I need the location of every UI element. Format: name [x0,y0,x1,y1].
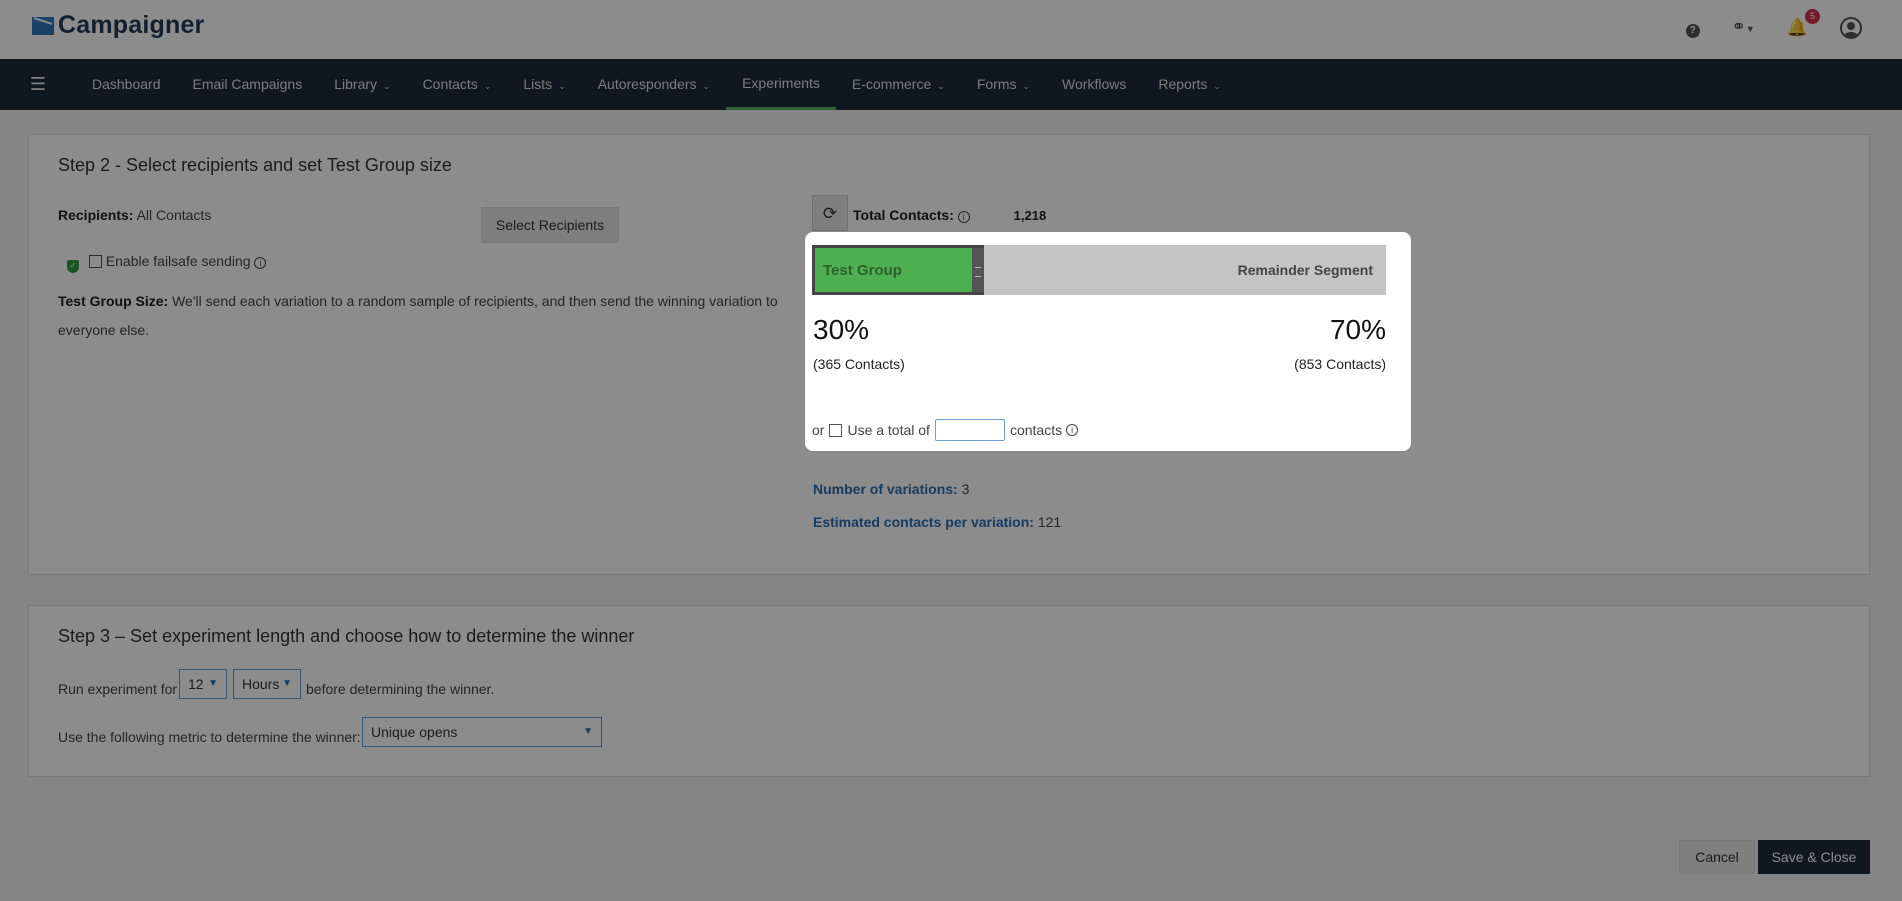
remainder-percent: 70% [1329,314,1386,345]
info-icon[interactable]: i [1066,424,1079,436]
test-group-contacts: (365 Contacts) [813,356,905,372]
or-label: or [812,422,825,438]
remainder-contacts: (853 Contacts) [1294,356,1386,372]
split-drag-handle[interactable] [972,245,984,295]
remainder-segment-label: Remainder Segment [1237,262,1373,278]
split-bar[interactable]: Test Group Remainder Segment [812,245,1386,295]
use-total-label: Use a total of [847,422,930,438]
use-total-checkbox[interactable] [829,423,843,437]
contacts-label: contacts [1009,422,1063,438]
use-total-row: or Use a total of contacts i [812,419,1079,441]
test-group-splitter-panel: Test Group Remainder Segment 30% 70% (36… [805,232,1411,451]
test-group-label: Test Group [823,262,902,279]
total-contacts-input[interactable] [934,419,1005,441]
test-group-percent: 30% [813,314,870,345]
